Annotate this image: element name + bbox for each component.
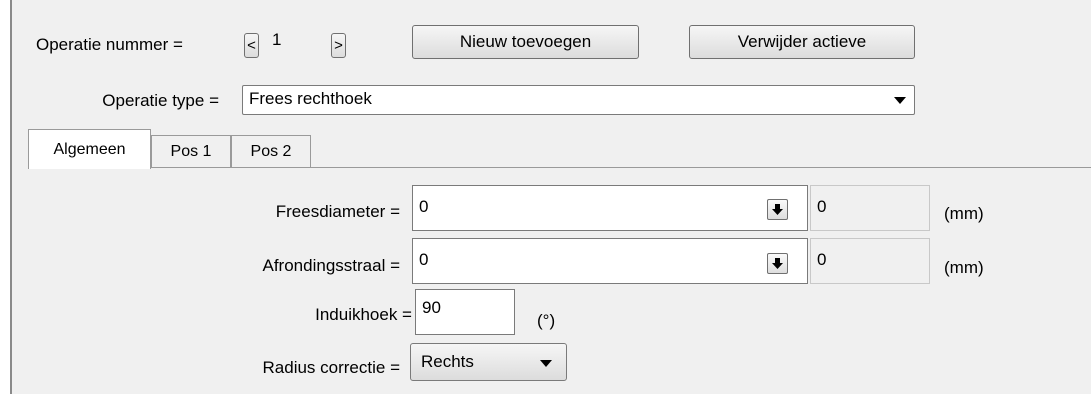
arrow-down-icon [772,258,783,269]
next-operation-button[interactable]: > [331,33,346,58]
operation-number-label: Operatie nummer = [36,35,183,54]
tab-pos-1[interactable]: Pos 1 [151,135,231,168]
operation-number-field[interactable]: 1 [262,27,326,58]
mill-diameter-input[interactable]: 0 [412,185,808,231]
operation-type-value: Frees rechthoek [249,89,372,108]
mill-diameter-unit: (mm) [944,204,984,223]
rounding-radius-input[interactable]: 0 [412,238,808,284]
mill-diameter-label: Freesdiameter = [275,202,400,221]
rounding-radius-unit: (mm) [944,258,984,277]
operation-type-dropdown[interactable]: Frees rechthoek [242,85,915,115]
mill-diameter-readonly: 0 [810,185,930,231]
rounding-radius-label: Afrondingsstraal = [262,256,401,275]
chevron-down-icon [894,97,906,104]
chevron-down-icon [540,360,552,367]
tab-pos-2[interactable]: Pos 2 [231,135,311,168]
plunge-angle-input[interactable]: 90 [415,289,515,335]
arrow-down-icon [772,204,783,215]
operation-type-label: Operatie type = [102,91,219,110]
rounding-radius-dropdown-button[interactable] [767,253,788,274]
tab-algemeen[interactable]: Algemeen [28,129,151,169]
radius-correction-dropdown[interactable]: Rechts [410,343,567,381]
mill-diameter-dropdown-button[interactable] [767,199,788,220]
previous-operation-button[interactable]: < [244,33,259,58]
rounding-radius-readonly: 0 [810,238,930,284]
plunge-angle-unit: (°) [537,311,556,330]
radius-correction-value: Rechts [421,352,474,371]
delete-active-button[interactable]: Verwijder actieve [689,25,915,59]
radius-correction-label: Radius correctie = [262,358,400,377]
add-operation-button[interactable]: Nieuw toevoegen [412,25,639,59]
plunge-angle-label: Induikhoek = [315,305,412,324]
